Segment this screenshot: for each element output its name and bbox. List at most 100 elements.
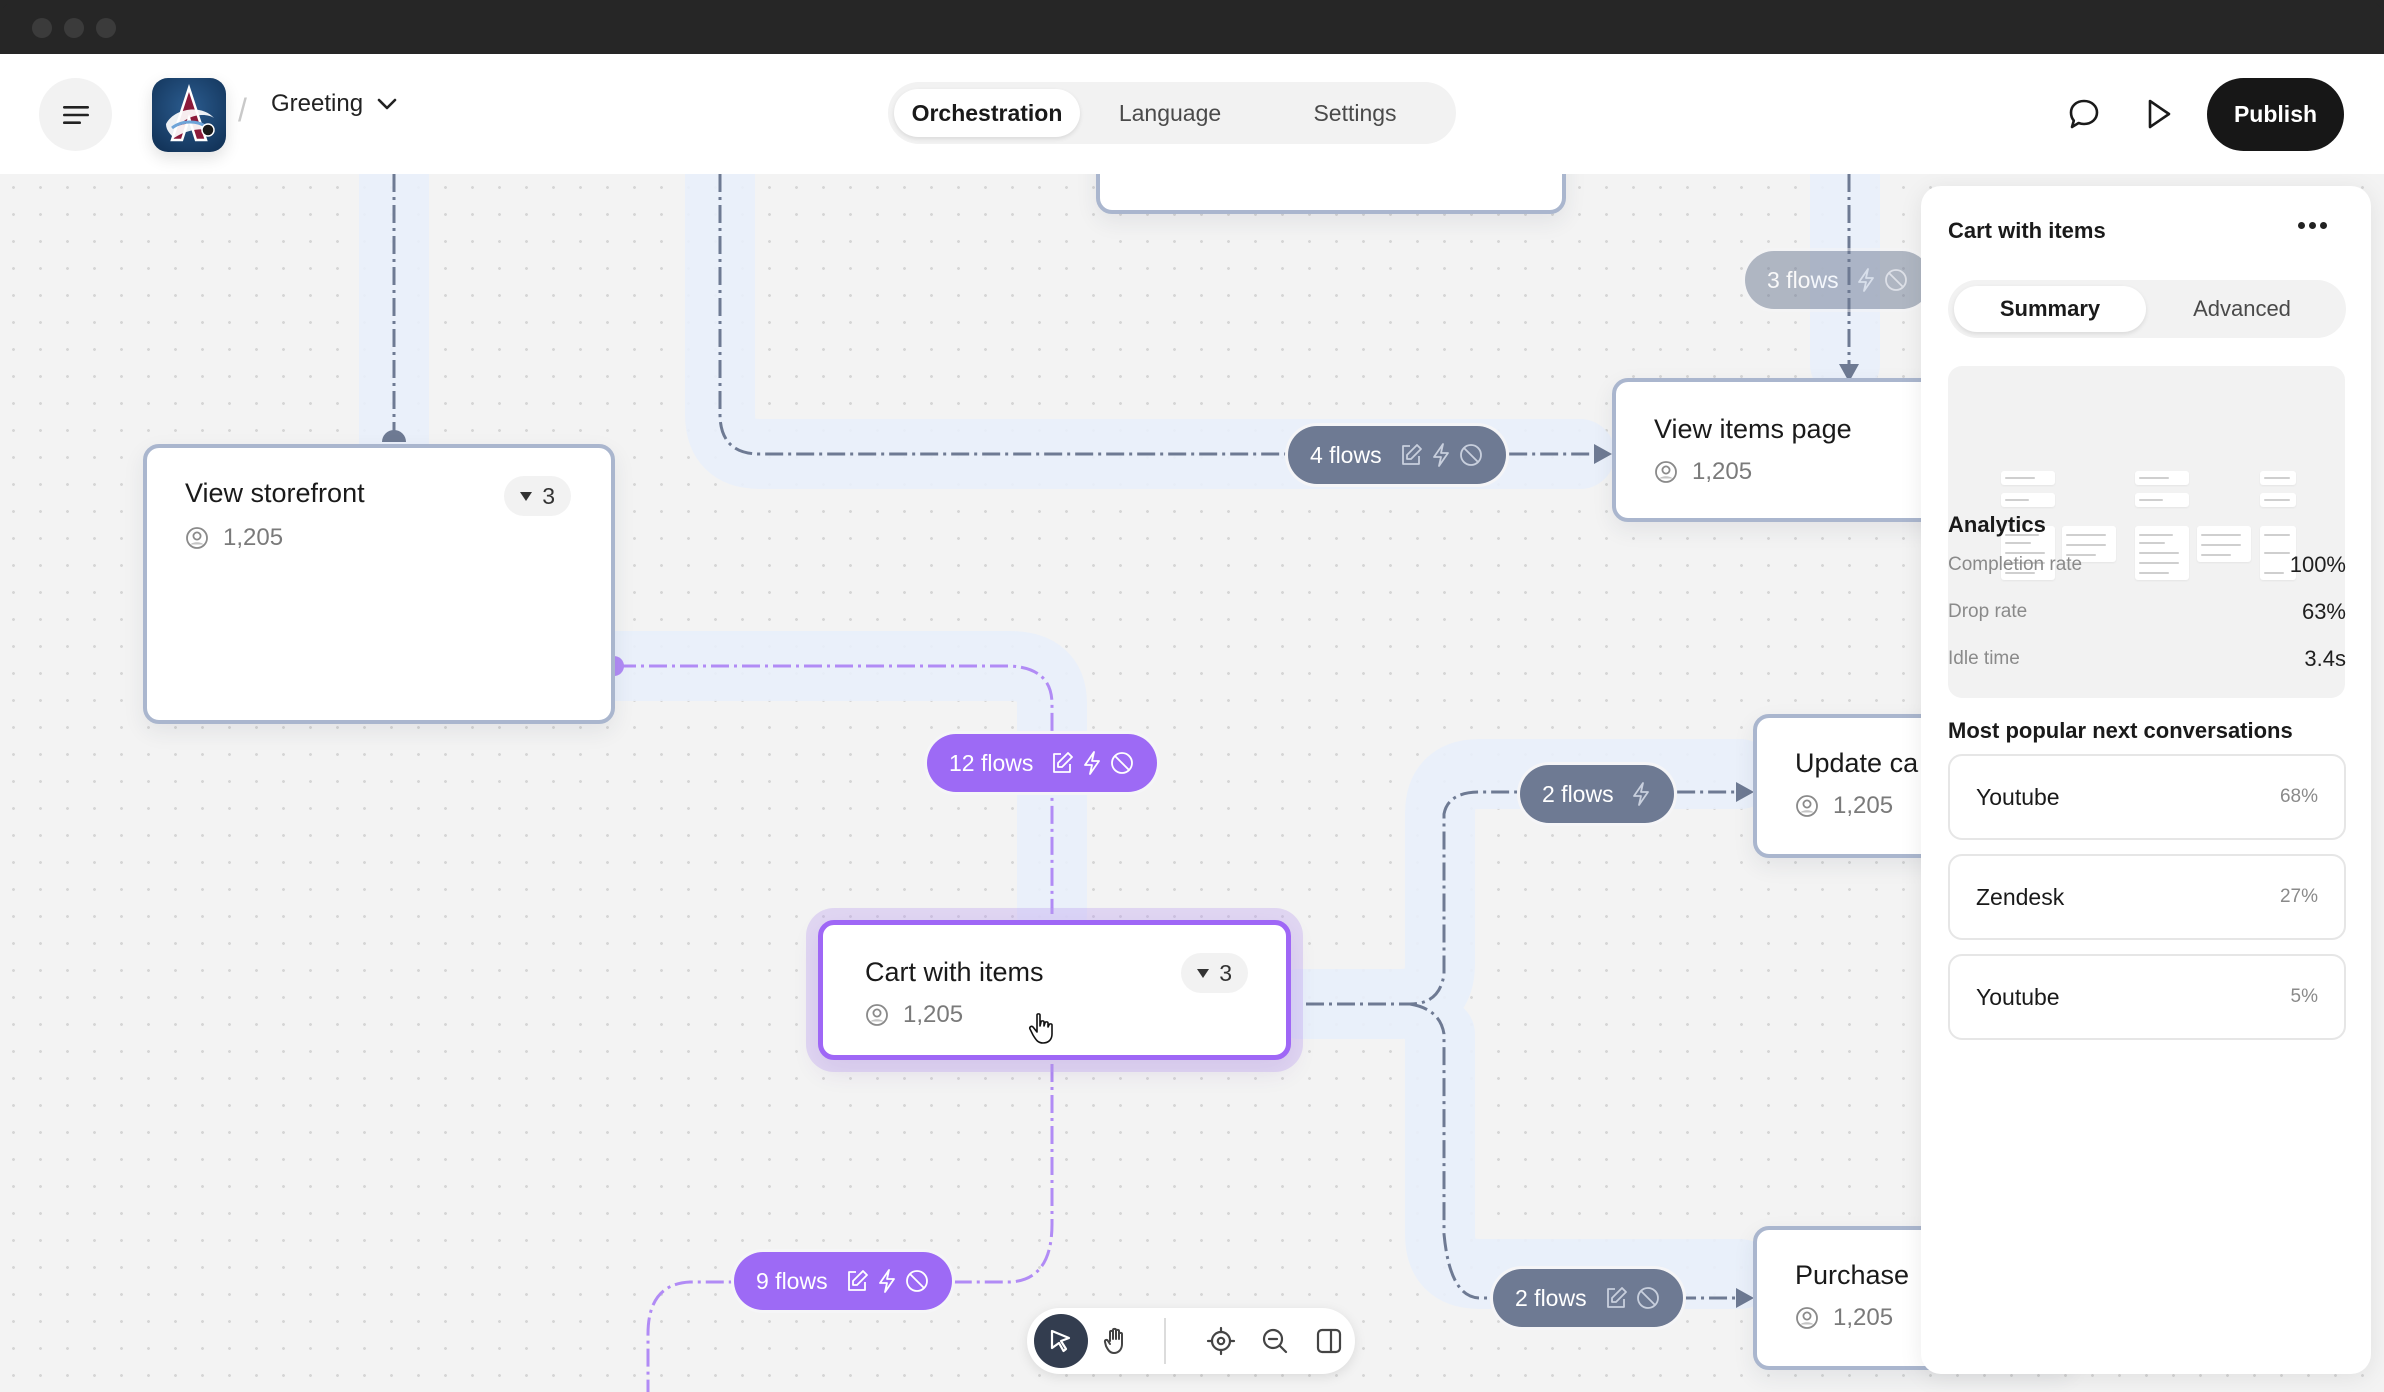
user-circle-icon	[1796, 795, 1818, 817]
user-circle-icon	[186, 527, 208, 549]
main-tabs: Orchestration Language Settings	[888, 82, 1456, 144]
hand-pointer-cursor-icon	[1028, 1013, 1053, 1044]
caret-down-icon	[520, 491, 533, 501]
crosshair-icon	[1206, 1326, 1236, 1356]
app-logo[interactable]	[152, 78, 226, 152]
menu-button[interactable]	[39, 78, 112, 151]
maximize-window-button[interactable]	[96, 18, 116, 38]
edge-track	[1405, 999, 1775, 1309]
zoom-out-button[interactable]	[1248, 1314, 1302, 1368]
node-user-count: 1,205	[185, 524, 283, 552]
node-user-count: 1,205	[1795, 1304, 1893, 1332]
edge-pill-3-flows[interactable]: 3 flows	[1745, 251, 1931, 309]
lightning-icon	[1084, 751, 1101, 775]
node-title: Cart with items	[865, 957, 1044, 987]
comments-button[interactable]	[2064, 94, 2104, 134]
user-circle-icon	[866, 1004, 888, 1026]
node-title: Update ca	[1795, 748, 1919, 778]
chat-bubble-icon	[2069, 99, 2099, 129]
analytics-heading: Analytics	[1948, 512, 2046, 537]
preview-card	[2260, 493, 2296, 507]
edit-icon	[847, 1270, 868, 1291]
lightning-icon	[1632, 782, 1649, 806]
publish-button[interactable]: Publish	[2207, 78, 2344, 151]
tab-orchestration[interactable]: Orchestration	[894, 89, 1080, 137]
node-user-count: 1,205	[1795, 792, 1893, 820]
minimize-window-button[interactable]	[64, 18, 84, 38]
play-button[interactable]	[2138, 94, 2178, 134]
edge-pill-4-flows[interactable]: 4 flows	[1288, 426, 1506, 484]
preview-card	[2001, 493, 2055, 507]
node-title: View storefront	[185, 478, 365, 508]
block-icon	[1459, 444, 1482, 466]
stat-drop-rate: Drop rate 63%	[1948, 599, 2346, 624]
preview-card	[2135, 471, 2189, 485]
lightning-icon	[878, 1269, 895, 1293]
node-user-count: 1,205	[1654, 458, 1752, 486]
node-branch-badge[interactable]: 3	[504, 476, 571, 516]
preview-card	[2135, 493, 2189, 507]
node-branch-badge[interactable]: 3	[1181, 953, 1248, 993]
edit-icon	[1401, 444, 1422, 465]
canvas-toolbar	[1027, 1308, 1355, 1374]
edge-track	[685, 174, 1615, 489]
edge-pill-2-flows-purchase[interactable]: 2 flows	[1493, 1269, 1683, 1327]
node-detail-panel: Cart with items Summary Advanced Analyti…	[1921, 186, 2371, 1374]
select-tool-button[interactable]	[1034, 1314, 1088, 1368]
breadcrumb-label: Greeting	[271, 90, 364, 117]
window-titlebar	[0, 0, 2384, 54]
pointer-icon	[1050, 1329, 1071, 1353]
caret-down-icon	[1197, 968, 1210, 978]
user-circle-icon	[1655, 461, 1677, 483]
zoom-out-icon	[1262, 1328, 1288, 1354]
edge-pill-9-flows[interactable]: 9 flows	[734, 1252, 952, 1310]
edge-pill-2-flows-update[interactable]: 2 flows	[1520, 765, 1674, 823]
tab-advanced[interactable]: Advanced	[2146, 286, 2338, 332]
edge-pill-12-flows[interactable]: 12 flows	[927, 734, 1158, 792]
edge-cart-down[interactable]	[646, 1064, 1054, 1392]
preview-card	[2260, 471, 2296, 485]
node-title: Purchase	[1795, 1260, 1910, 1290]
tab-language[interactable]: Language	[1080, 89, 1260, 137]
tab-settings[interactable]: Settings	[1260, 89, 1450, 137]
block-icon	[1884, 269, 1907, 291]
conversation-item[interactable]: Youtube 68%	[1948, 754, 2346, 840]
preview-card	[2001, 471, 2055, 485]
edge-to-view-items-page[interactable]	[718, 174, 1594, 456]
panel-title: Cart with items	[1948, 218, 2106, 243]
panel-tabs: Summary Advanced	[1948, 280, 2346, 338]
side-panel-icon	[1316, 1328, 1342, 1354]
hamburger-menu-icon	[62, 105, 89, 124]
node-title: View items page	[1654, 414, 1852, 444]
stat-completion-rate: Completion rate 100%	[1948, 552, 2346, 577]
node-user-count: 1,205	[865, 1001, 963, 1029]
chevron-down-icon	[377, 98, 397, 110]
top-bar: / Greeting Orchestration Language Settin…	[0, 54, 2384, 174]
popular-conversations-heading: Most popular next conversations	[1948, 718, 2293, 743]
pan-tool-button[interactable]	[1089, 1314, 1143, 1368]
more-options-button[interactable]	[2298, 222, 2327, 229]
stat-idle-time: Idle time 3.4s	[1948, 646, 2346, 671]
user-circle-icon	[1796, 1307, 1818, 1329]
lightning-icon	[1432, 443, 1449, 467]
edit-icon	[1053, 752, 1074, 773]
conversation-item[interactable]: Zendesk 27%	[1948, 854, 2346, 940]
tab-summary[interactable]: Summary	[1954, 286, 2146, 332]
more-horizontal-icon	[2298, 222, 2305, 229]
node-top-partial[interactable]: 1,205	[1096, 174, 1566, 214]
block-icon	[1636, 1287, 1659, 1309]
close-window-button[interactable]	[32, 18, 52, 38]
hand-icon	[1103, 1327, 1123, 1354]
node-view-storefront[interactable]: View storefront 3 1,205	[143, 444, 615, 724]
avalanche-logo-icon	[166, 83, 215, 142]
conversation-item[interactable]: Youtube 5%	[1948, 954, 2346, 1040]
breadcrumb-separator: /	[238, 92, 247, 128]
breadcrumb-dropdown[interactable]: Greeting	[271, 90, 397, 118]
play-icon	[2148, 99, 2171, 129]
toggle-panel-button[interactable]	[1302, 1314, 1356, 1368]
edit-icon	[1606, 1287, 1627, 1308]
recenter-button[interactable]	[1194, 1314, 1248, 1368]
block-icon	[1111, 752, 1134, 774]
edge-track	[1265, 739, 1775, 1039]
block-icon	[905, 1270, 928, 1292]
